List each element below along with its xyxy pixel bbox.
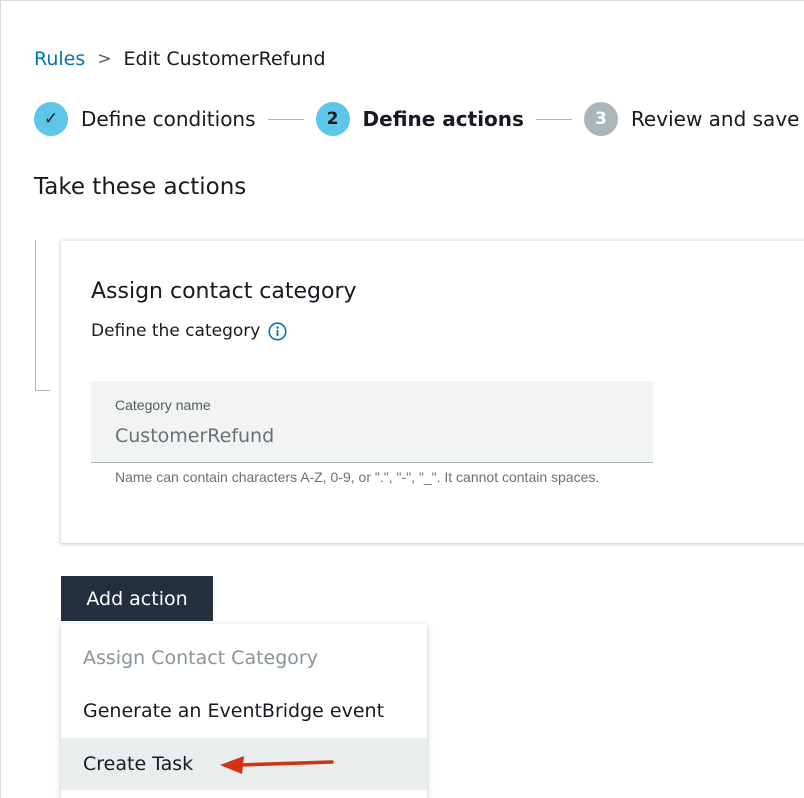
- menu-item-generate-eventbridge-event[interactable]: Generate an EventBridge event: [61, 685, 427, 737]
- category-name-input[interactable]: CustomerRefund: [115, 425, 274, 447]
- breadcrumb-separator: >: [97, 49, 112, 69]
- step-connector: [535, 118, 572, 120]
- step-2-number: 2: [315, 102, 350, 136]
- action-group-bracket: [35, 240, 50, 391]
- breadcrumb-rules-link[interactable]: Rules: [34, 48, 85, 70]
- category-name-field[interactable]: Category name CustomerRefund: [91, 381, 653, 463]
- card-title: Assign contact category: [91, 279, 357, 304]
- info-icon[interactable]: [268, 321, 287, 341]
- breadcrumb: Rules > Edit CustomerRefund: [34, 48, 326, 70]
- step-1-label[interactable]: Define conditions: [81, 107, 256, 131]
- step-3-number: 3: [583, 102, 618, 136]
- step-2-label: Define actions: [362, 107, 524, 131]
- pointer-arrow-icon: [220, 756, 334, 774]
- step-3-label: Review and save: [630, 107, 800, 131]
- category-name-hint: Name can contain characters A-Z, 0-9, or…: [115, 469, 600, 485]
- action-card: Assign contact category Define the categ…: [61, 240, 804, 543]
- step-1-check-icon: ✓: [34, 102, 68, 136]
- section-title: Take these actions: [34, 174, 247, 200]
- card-subtitle: Define the category: [91, 321, 287, 341]
- breadcrumb-current: Edit CustomerRefund: [123, 48, 326, 70]
- wizard-stepper: ✓ Define conditions 2 Define actions 3 R…: [34, 102, 799, 136]
- step-connector: [267, 118, 304, 120]
- card-subtitle-label: Define the category: [91, 321, 261, 341]
- menu-item-assign-contact-category: Assign Contact Category: [83, 647, 318, 669]
- add-action-button[interactable]: Add action: [61, 576, 213, 621]
- category-name-label: Category name: [115, 397, 211, 413]
